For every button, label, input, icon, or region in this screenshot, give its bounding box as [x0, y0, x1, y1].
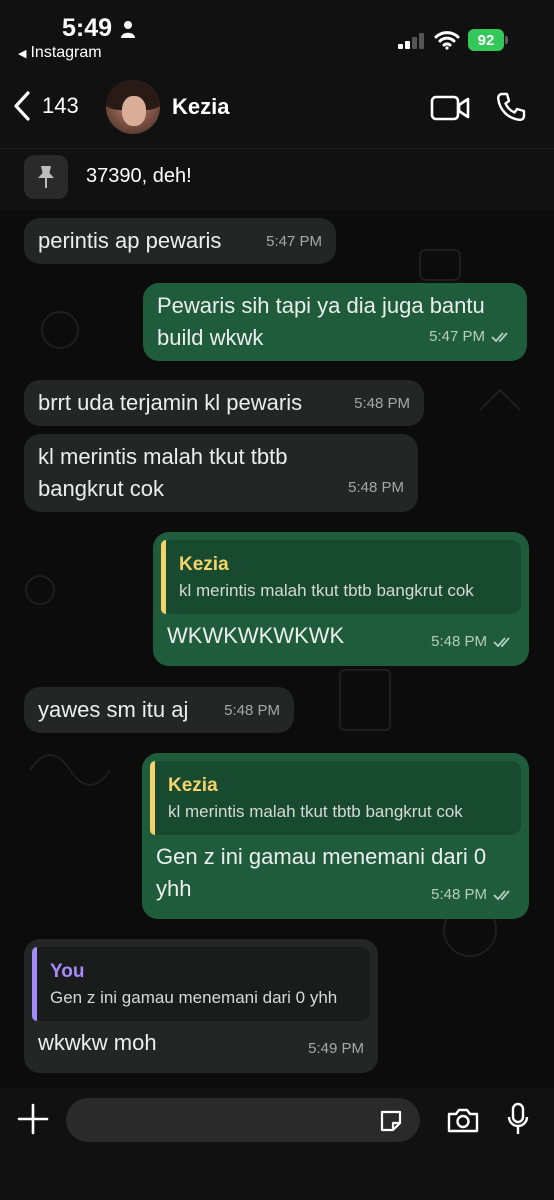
double-check-icon [493, 890, 510, 901]
quote-author: Kezia [179, 554, 229, 575]
message-bubble-outgoing[interactable]: Kezia kl merintis malah tkut tbtb bangkr… [142, 753, 529, 919]
composer-bar [0, 1088, 554, 1200]
message-time: 5:47 PM [266, 233, 322, 250]
pin-icon [38, 166, 54, 188]
wifi-icon [434, 31, 460, 50]
quote-author: Kezia [168, 775, 218, 796]
quote-text: kl merintis malah tkut tbtb bangkrut cok [168, 802, 463, 821]
pin-button[interactable] [24, 155, 68, 199]
phone-icon[interactable] [496, 92, 526, 122]
quoted-message[interactable]: Kezia kl merintis malah tkut tbtb bangkr… [161, 540, 521, 614]
status-bar: 5:49 ◀ Instagram 92 [0, 0, 554, 70]
quoted-message[interactable]: You Gen z ini gamau menemani dari 0 yhh [32, 947, 370, 1021]
chat-area[interactable]: perintis ap pewaris 5:47 PM Pewaris sih … [0, 210, 554, 1088]
chevron-left-icon [14, 91, 30, 121]
message-time: 5:48 PM [224, 702, 280, 719]
status-time: 5:49 [62, 14, 113, 42]
message-time: 5:48 PM [348, 479, 404, 496]
avatar[interactable] [106, 80, 160, 134]
microphone-icon[interactable] [507, 1102, 529, 1136]
message-bubble-incoming[interactable]: yawes sm itu aj 5:48 PM [24, 687, 294, 733]
video-call-icon[interactable] [430, 94, 470, 122]
message-time: 5:48 PM [431, 633, 487, 650]
message-bubble-incoming[interactable]: You Gen z ini gamau menemani dari 0 yhh … [24, 939, 378, 1073]
message-bubble-outgoing[interactable]: Pewaris sih tapi ya dia juga bantu build… [143, 283, 527, 361]
camera-icon[interactable] [446, 1106, 480, 1134]
message-input[interactable] [66, 1098, 420, 1142]
back-button[interactable]: 143 [12, 90, 79, 122]
sticker-icon[interactable] [378, 1108, 404, 1134]
back-to-app-button[interactable]: ◀ Instagram [18, 44, 102, 62]
back-triangle-icon: ◀ [18, 47, 27, 60]
message-time: 5:49 PM [308, 1040, 364, 1057]
message-time: 5:48 PM [431, 886, 487, 903]
message-text: Gen z ini gamau menemani dari 0 [156, 844, 487, 869]
battery-level: 92 [468, 29, 504, 51]
pinned-text: 37390, deh! [86, 165, 192, 187]
quote-author: You [50, 961, 85, 982]
battery-icon: 92 [468, 29, 508, 51]
double-check-icon [491, 332, 508, 343]
message-text: kl merintis malah tkut tbtb [38, 444, 288, 469]
quote-text: Gen z ini gamau menemani dari 0 yhh [50, 988, 338, 1007]
quote-text: kl merintis malah tkut tbtb bangkrut cok [179, 581, 474, 600]
signal-icon [398, 33, 424, 49]
message-time: 5:48 PM [354, 395, 410, 412]
person-icon [121, 21, 135, 38]
message-time: 5:47 PM [429, 328, 485, 345]
pinned-message-bar[interactable]: 37390, deh! [0, 148, 554, 210]
message-bubble-incoming[interactable]: perintis ap pewaris 5:47 PM [24, 218, 336, 264]
back-app-label: Instagram [30, 44, 102, 61]
double-check-icon [493, 637, 510, 648]
message-text: Pewaris sih tapi ya dia juga bantu [157, 293, 485, 318]
plus-icon[interactable] [16, 1102, 50, 1136]
message-bubble-outgoing[interactable]: Kezia kl merintis malah tkut tbtb bangkr… [153, 532, 529, 666]
message-bubble-incoming[interactable]: kl merintis malah tkut tbtb bangkrut cok… [24, 434, 418, 512]
message-bubble-incoming[interactable]: brrt uda terjamin kl pewaris 5:48 PM [24, 380, 424, 426]
quoted-message[interactable]: Kezia kl merintis malah tkut tbtb bangkr… [150, 761, 521, 835]
contact-name[interactable]: Kezia [172, 94, 229, 120]
chat-header: 143 Kezia [0, 70, 554, 148]
unread-count: 143 [42, 93, 79, 118]
